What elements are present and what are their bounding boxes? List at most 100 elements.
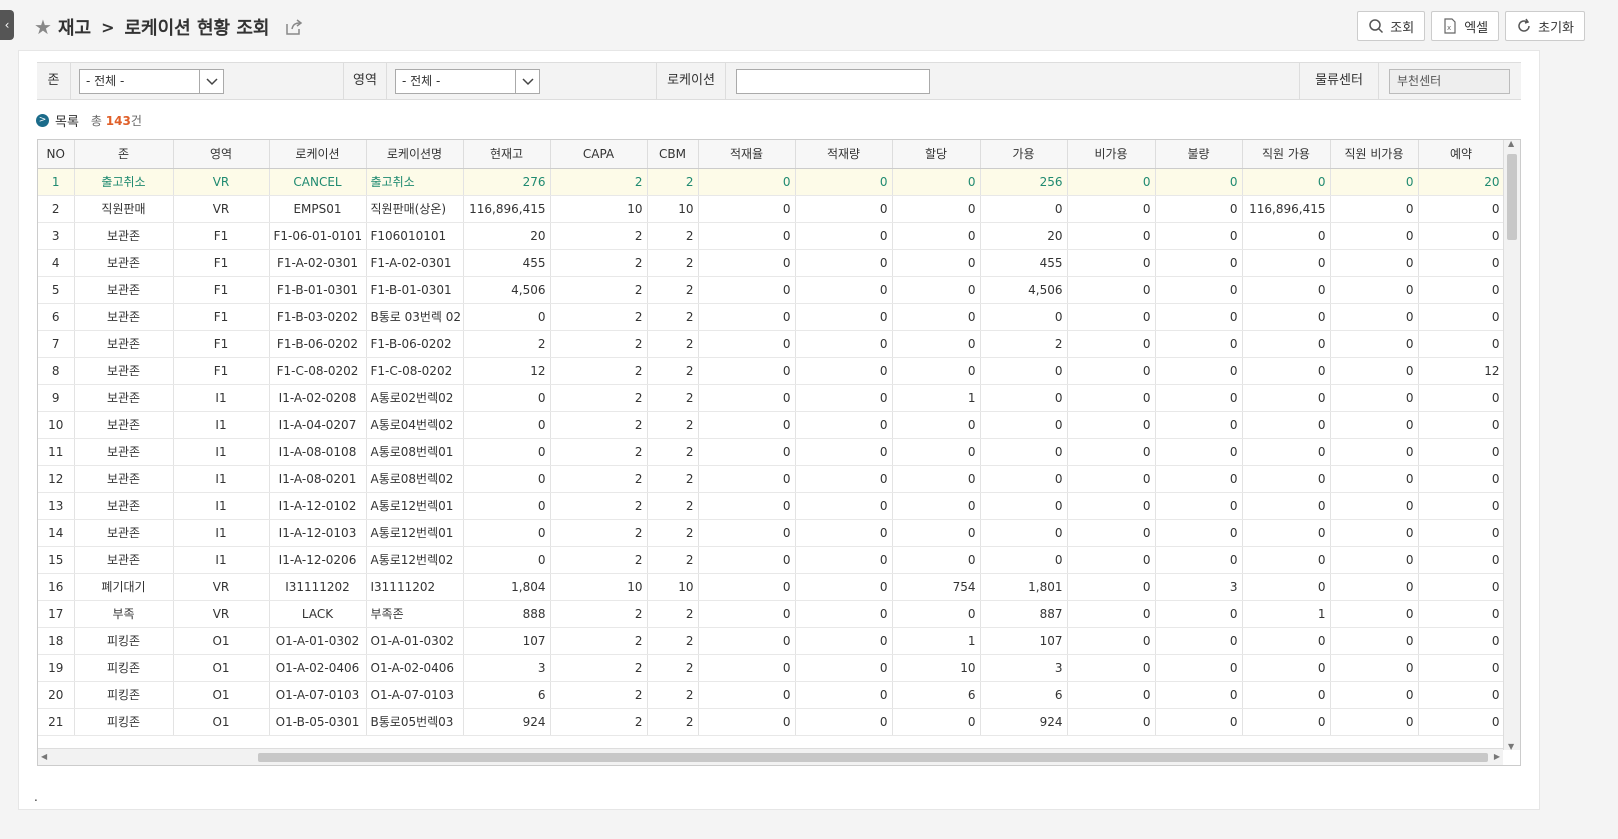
table-cell: 0 bbox=[1242, 573, 1331, 601]
table-cell: 0 bbox=[795, 384, 893, 412]
table-cell: A통로12번렉01 bbox=[366, 492, 464, 520]
column-header[interactable]: 비가용 bbox=[1067, 140, 1156, 169]
table-row[interactable]: 12 보관존 I1 I1-A-08-0201 A통로08번렉02 0 2 2 0 0 0 0 0 0 0 0 0 bbox=[38, 465, 1505, 493]
table-cell: 0 bbox=[795, 654, 893, 682]
table-row[interactable]: 20 피킹존 O1 O1-A-07-0103 O1-A-07-0103 6 2 2 0 0 6 6 0 0… bbox=[38, 681, 1505, 709]
table-row[interactable]: 9 보관존 I1 I1-A-02-0208 A통로02번렉02 0 2 2 0 0 1 0 0 0 0 0 0 bbox=[38, 384, 1505, 412]
center-field: 부천센터 bbox=[1389, 69, 1510, 94]
table-cell: 부족 bbox=[74, 600, 174, 628]
table-cell: 0 bbox=[980, 357, 1068, 385]
horizontal-scrollbar[interactable]: ◀ ▶ bbox=[38, 748, 1503, 765]
favorite-star-icon[interactable]: ★ bbox=[34, 17, 52, 37]
table-cell: 0 bbox=[892, 438, 981, 466]
table-cell: 256 bbox=[980, 168, 1068, 196]
table-row[interactable]: 14 보관존 I1 I1-A-12-0103 A통로12번렉01 0 2 2 0 0 0 0 0 0 0 0 0 bbox=[38, 519, 1505, 547]
location-input[interactable] bbox=[736, 69, 930, 94]
table-cell: F1-A-02-0301 bbox=[366, 249, 464, 277]
table-row[interactable]: 19 피킹존 O1 O1-A-02-0406 O1-A-02-0406 3 2 2 0 0 10 3 0… bbox=[38, 654, 1505, 682]
page-title: 로케이션 현황 조회 bbox=[124, 18, 270, 39]
column-header[interactable]: 적재량 bbox=[795, 140, 893, 169]
column-header[interactable]: 직원 가용 bbox=[1242, 140, 1331, 169]
table-cell: VR bbox=[173, 195, 270, 223]
chevron-right-icon: > bbox=[36, 113, 49, 127]
table-cell: 0 bbox=[1155, 303, 1243, 331]
table-cell: 부족존 bbox=[366, 600, 464, 628]
column-header[interactable]: 불량 bbox=[1155, 140, 1243, 169]
table-cell: 1,804 bbox=[463, 573, 551, 601]
table-row[interactable]: 8 보관존 F1 F1-C-08-0202 F1-C-08-0202 12 2 2 0 0 0 0 0 0… bbox=[38, 357, 1505, 385]
table-cell: 피킹존 bbox=[74, 708, 174, 736]
table-cell: 0 bbox=[463, 411, 551, 439]
svg-text:x: x bbox=[1447, 24, 1451, 32]
table-cell: 16 bbox=[38, 573, 75, 601]
reset-button[interactable]: 초기화 bbox=[1505, 11, 1585, 41]
vertical-scroll-thumb[interactable] bbox=[1507, 154, 1517, 240]
table-cell: B통로 03번렉 02 bbox=[366, 303, 464, 331]
table-row[interactable]: 18 피킹존 O1 O1-A-01-0302 O1-A-01-0302 107 2 2 0 0 1 1… bbox=[38, 627, 1505, 655]
table-cell: 0 bbox=[1242, 276, 1331, 304]
column-header[interactable]: NO bbox=[38, 140, 75, 169]
table-cell: 8 bbox=[38, 357, 75, 385]
table-cell: 2 bbox=[550, 438, 648, 466]
excel-button[interactable]: x 엑셀 bbox=[1431, 11, 1500, 41]
column-header[interactable]: 현재고 bbox=[463, 140, 551, 169]
vertical-scrollbar[interactable]: ▲ ▼ bbox=[1503, 140, 1520, 751]
search-icon bbox=[1369, 19, 1384, 34]
column-header[interactable]: 로케이션명 bbox=[366, 140, 464, 169]
table-row[interactable]: 10 보관존 I1 I1-A-04-0207 A통로04번렉02 0 2 2 0 0 0 0 0 0 0 0 0 bbox=[38, 411, 1505, 439]
table-cell: F1 bbox=[173, 303, 270, 331]
table-row[interactable]: 16 폐기대기 VR I31111202 I31111202 1,804 10 10 0 0 754… bbox=[38, 573, 1505, 601]
table-cell: 0 bbox=[1155, 384, 1243, 412]
table-row[interactable]: 7 보관존 F1 F1-B-06-0202 F1-B-06-0202 2 2 2 0 0 0 2 0 0 0… bbox=[38, 330, 1505, 358]
table-cell: 6 bbox=[892, 681, 981, 709]
reset-button-label: 초기화 bbox=[1538, 20, 1574, 36]
table-cell: 10 bbox=[550, 573, 648, 601]
table-row[interactable]: 2 직원판매 VR EMPS01 직원판매(상온) 116,896,415 10 10 0 0 0 0… bbox=[38, 195, 1505, 223]
table-row[interactable]: 6 보관존 F1 F1-B-03-0202 B통로 03번렉 02 0 2 2 0 0 0 0 0 0 0 0… bbox=[38, 303, 1505, 331]
column-header[interactable]: 할당 bbox=[892, 140, 981, 169]
table-cell: 0 bbox=[463, 519, 551, 547]
column-header[interactable]: CBM bbox=[647, 140, 699, 169]
table-cell: VR bbox=[173, 573, 270, 601]
table-row[interactable]: 5 보관존 F1 F1-B-01-0301 F1-B-01-0301 4,506 2 2 0 0 0… bbox=[38, 276, 1505, 304]
table-cell: 0 bbox=[892, 303, 981, 331]
column-header[interactable]: 가용 bbox=[980, 140, 1068, 169]
table-cell: 0 bbox=[1330, 330, 1419, 358]
toolbar: 조회 x 엑셀 초기화 bbox=[1357, 11, 1585, 41]
table-cell: 0 bbox=[1418, 573, 1505, 601]
column-header[interactable]: 적재율 bbox=[698, 140, 796, 169]
table-cell: 0 bbox=[1067, 195, 1156, 223]
table-cell: VR bbox=[173, 168, 270, 196]
table-cell: 보관존 bbox=[74, 411, 174, 439]
table-cell: 0 bbox=[1242, 222, 1331, 250]
table-cell: 0 bbox=[463, 303, 551, 331]
search-button[interactable]: 조회 bbox=[1357, 11, 1426, 41]
table-row[interactable]: 4 보관존 F1 F1-A-02-0301 F1-A-02-0301 455 2 2 0 0 0 45… bbox=[38, 249, 1505, 277]
column-header[interactable]: 존 bbox=[74, 140, 174, 169]
table-row[interactable]: 13 보관존 I1 I1-A-12-0102 A통로12번렉01 0 2 2 0 0 0 0 0 0 0 0 0 bbox=[38, 492, 1505, 520]
table-cell: 0 bbox=[698, 600, 796, 628]
area-select[interactable]: - 전체 - bbox=[395, 69, 540, 94]
table-row[interactable]: 15 보관존 I1 I1-A-12-0206 A통로12번렉02 0 2 2 0 0 0 0 0 0 0 0 0 bbox=[38, 546, 1505, 574]
table-cell: 0 bbox=[1330, 438, 1419, 466]
sidebar-toggle-button[interactable]: ‹ bbox=[0, 10, 14, 40]
table-cell: 보관존 bbox=[74, 357, 174, 385]
table-row[interactable]: 17 부족 VR LACK 부족존 888 2 2 0 0 0 887 0 0 1 0 0 bbox=[38, 600, 1505, 628]
table-cell: 0 bbox=[795, 249, 893, 277]
table-row[interactable]: 11 보관존 I1 I1-A-08-0108 A통로08번렉01 0 2 2 0 0 0 0 0 0 0 0 0 bbox=[38, 438, 1505, 466]
zone-select[interactable]: - 전체 - bbox=[79, 69, 224, 94]
table-cell: 0 bbox=[795, 411, 893, 439]
table-cell: 0 bbox=[1418, 303, 1505, 331]
column-header[interactable]: 영역 bbox=[173, 140, 270, 169]
horizontal-scroll-thumb[interactable] bbox=[258, 753, 1488, 762]
share-icon[interactable] bbox=[285, 18, 303, 36]
column-header[interactable]: 로케이션 bbox=[269, 140, 367, 169]
table-cell: 보관존 bbox=[74, 384, 174, 412]
column-header[interactable]: 예약 bbox=[1418, 140, 1505, 169]
column-header[interactable]: 직원 비가용 bbox=[1330, 140, 1419, 169]
table-cell: 0 bbox=[980, 411, 1068, 439]
table-row[interactable]: 3 보관존 F1 F1-06-01-0101 F106010101 20 2 2 0 0 0 20 0 0… bbox=[38, 222, 1505, 250]
column-header[interactable]: CAPA bbox=[550, 140, 648, 169]
table-row[interactable]: 1 출고취소 VR CANCEL 출고취소 276 2 2 0 0 0 256 0 0 0 0 20 bbox=[38, 168, 1505, 196]
table-row[interactable]: 21 피킹존 O1 O1-B-05-0301 B통로05번렉03 924 2 2 0 0 0 924 0… bbox=[38, 708, 1505, 736]
